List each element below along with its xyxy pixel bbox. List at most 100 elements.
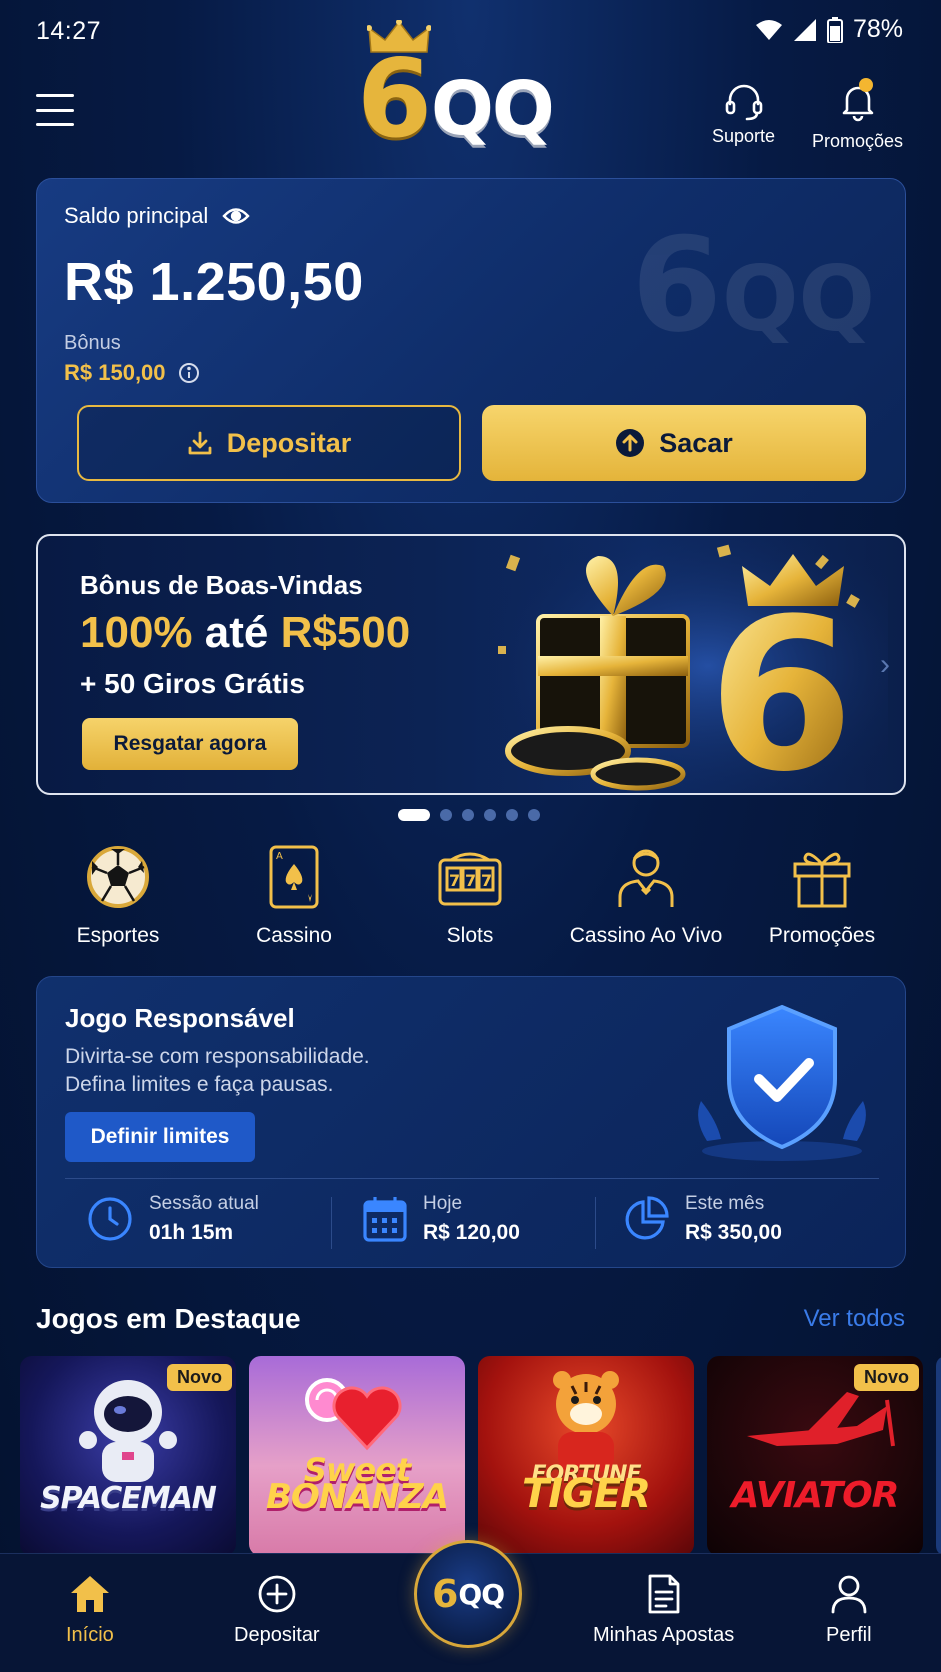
game-card-spaceman[interactable]: Novo SPACEMAN (20, 1356, 236, 1556)
carousel-dot[interactable] (528, 809, 540, 821)
gift-icon (793, 852, 851, 908)
tiger-illustration (553, 1371, 619, 1472)
balance-label: Saldo principal (64, 203, 209, 228)
support-button[interactable]: Suporte (712, 80, 775, 147)
game-card-fortune-tiger[interactable]: FORTUNE TIGER (478, 1356, 694, 1556)
balance-label-row: Saldo principal (64, 203, 250, 229)
withdraw-label: Sacar (659, 427, 733, 458)
document-icon (648, 1574, 679, 1614)
new-badge: Novo (854, 1364, 919, 1391)
nav-my-bets[interactable]: Minhas Apostas (593, 1574, 734, 1647)
svg-text:7: 7 (465, 871, 476, 890)
rg-description-line1: Divirta-se com responsabilidade. (65, 1045, 370, 1068)
withdraw-button[interactable]: Sacar (482, 405, 866, 481)
category-row: Esportes A Cassino 7 7 7 Slots Cassino A… (30, 842, 910, 952)
dealer-icon (618, 849, 674, 907)
info-icon[interactable] (178, 362, 200, 384)
carousel-dots (398, 809, 540, 821)
divider (331, 1197, 332, 1249)
chevron-right-icon[interactable]: › (880, 648, 890, 682)
rg-title: Jogo Responsável (65, 1003, 295, 1033)
soccer-ball-icon (87, 846, 149, 908)
pie-chart-icon (625, 1196, 669, 1240)
category-label: Cassino Ao Vivo (569, 924, 723, 947)
logo-watermark: 6QQ (631, 209, 876, 361)
brand-logo[interactable]: 6 QQ (355, 20, 575, 154)
balance-amount: R$ 1.250,50 (64, 252, 364, 312)
divider (65, 1178, 879, 1179)
game-title: SPACEMAN (40, 1481, 217, 1516)
category-label: Promoções (768, 924, 876, 947)
deposit-button[interactable]: Depositar (77, 405, 461, 481)
game-card-partial[interactable] (936, 1356, 941, 1556)
game-title-line2: BONANZA (265, 1477, 449, 1517)
carousel-dot[interactable] (440, 809, 452, 821)
see-all-link[interactable]: Ver todos (804, 1305, 905, 1333)
welcome-bonus-banner[interactable]: Bônus de Boas-Vindas 100% até R$500 + 50… (36, 534, 906, 795)
carousel-dot[interactable] (484, 809, 496, 821)
game-title-line2: TIGER (521, 1471, 651, 1517)
stat-label: Hoje (423, 1193, 463, 1214)
game-card-sweet-bonanza[interactable]: Sweet BONANZA (249, 1356, 465, 1556)
home-icon (70, 1576, 109, 1612)
category-slots[interactable]: 7 7 7 Slots (382, 842, 558, 952)
category-casino[interactable]: A Cassino (206, 842, 382, 952)
category-label: Slots (446, 924, 494, 947)
headset-icon (725, 84, 762, 121)
slot-machine-icon: 7 7 7 (438, 852, 502, 906)
wifi-icon (755, 19, 782, 40)
bonus-value-row: R$ 150,00 (64, 360, 200, 386)
bonus-label: Bônus (64, 332, 121, 354)
bottom-navigation: Início Depositar 6 QQ Minhas Apostas Perf… (0, 1540, 941, 1672)
nav-label: Perfil (826, 1624, 872, 1646)
nav-profile[interactable]: Perfil (826, 1574, 872, 1647)
game-card-aviator[interactable]: Novo AVIATOR (707, 1356, 923, 1556)
stat-month: Este mês R$ 350,00 (623, 1193, 782, 1245)
stat-label: Sessão atual (149, 1193, 259, 1214)
logo-qq: QQ (431, 66, 555, 152)
category-sports[interactable]: Esportes (30, 842, 206, 952)
category-live-casino[interactable]: Cassino Ao Vivo (558, 842, 734, 952)
stat-session: Sessão atual 01h 15m (87, 1193, 259, 1245)
carousel-dot[interactable] (462, 809, 474, 821)
banner-offer-amount: R$500 (280, 608, 411, 657)
banner-spins: + 50 Giros Grátis (80, 668, 305, 699)
category-label: Cassino (256, 924, 332, 947)
promotions-button[interactable]: Promoções (812, 78, 903, 152)
support-label: Suporte (712, 126, 776, 146)
shield-check-icon (698, 1004, 866, 1161)
nav-deposit[interactable]: Depositar (234, 1574, 320, 1647)
logo-six: 6 (357, 37, 433, 162)
carousel-dot[interactable] (398, 809, 430, 821)
game-title: AVIATOR (731, 1475, 900, 1516)
eye-icon[interactable] (222, 206, 250, 226)
calendar-icon (363, 1197, 407, 1242)
nav-label: Minhas Apostas (593, 1624, 735, 1646)
user-icon (831, 1575, 867, 1614)
stat-value: 01h 15m (149, 1221, 234, 1244)
svg-text:A: A (276, 851, 283, 862)
banner-offer-mid: até (192, 608, 281, 657)
plane-icon (747, 1392, 895, 1447)
playing-card-icon: A (269, 845, 319, 909)
divider (595, 1197, 596, 1249)
nav-home[interactable]: Início (66, 1574, 114, 1647)
carousel-dot[interactable] (506, 809, 518, 821)
banner-title: Bônus de Boas-Vindas (80, 570, 363, 600)
notification-dot (858, 78, 873, 92)
battery-percent: 78% (852, 15, 903, 43)
hamburger-menu-icon[interactable] (36, 94, 74, 126)
redeem-now-button[interactable]: Resgatar agora (82, 718, 298, 770)
download-icon (188, 431, 212, 455)
stat-value: R$ 120,00 (423, 1221, 520, 1244)
bonus-value: R$ 150,00 (64, 360, 166, 385)
responsible-gaming-card: Jogo Responsável Divirta-se com responsa… (36, 976, 906, 1268)
plus-circle-icon (258, 1575, 296, 1613)
nav-center-logo-button[interactable]: 6 QQ (414, 1540, 522, 1648)
status-time: 14:27 (36, 17, 102, 45)
nav-label: Início (66, 1624, 114, 1646)
new-badge: Novo (167, 1364, 232, 1391)
category-promotions[interactable]: Promoções (734, 842, 910, 952)
set-limits-button[interactable]: Definir limites (65, 1112, 255, 1162)
clock-icon (88, 1197, 132, 1241)
